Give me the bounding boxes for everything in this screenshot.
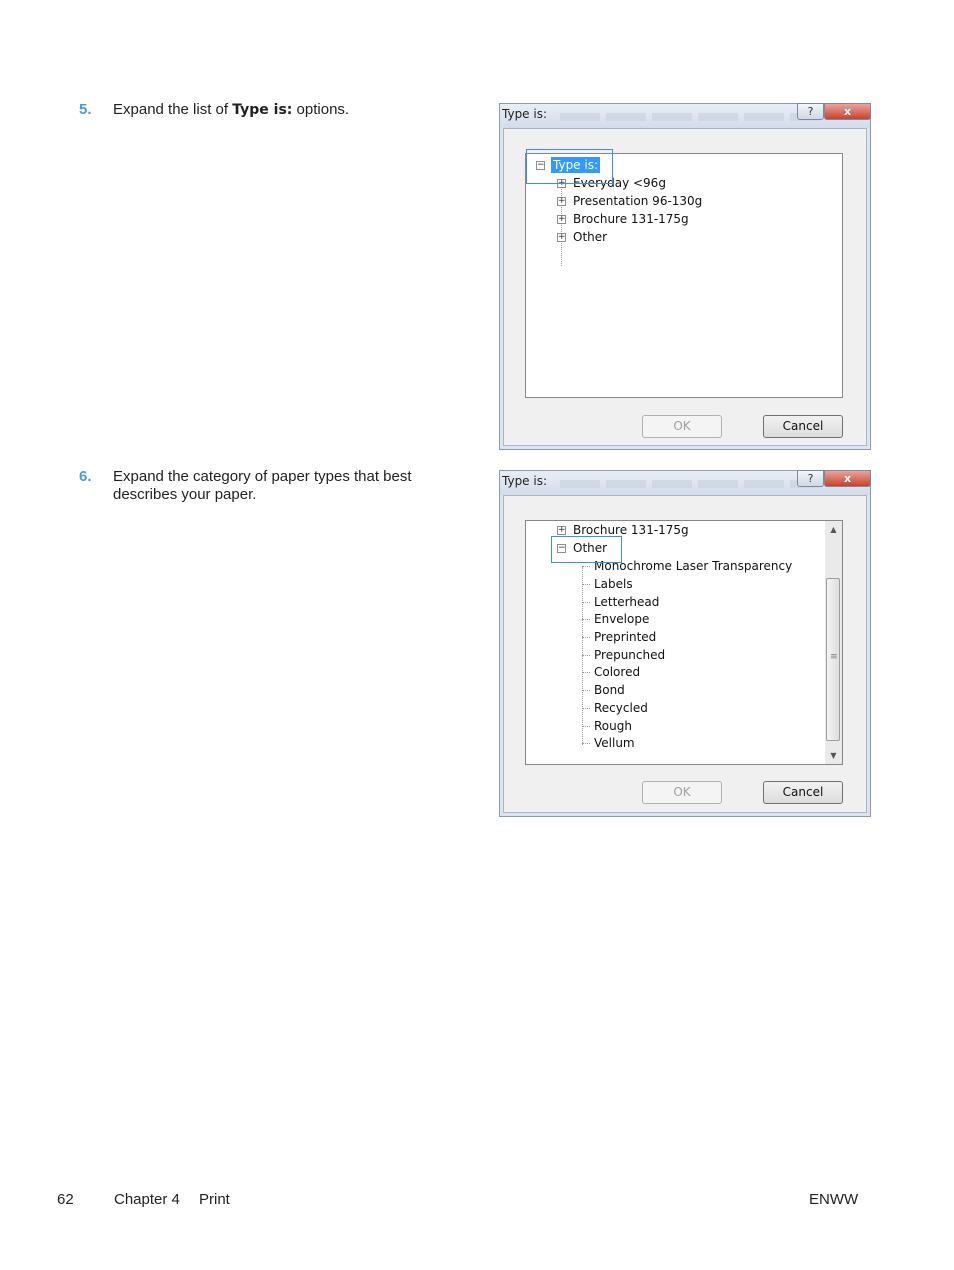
dialog-body: + Brochure 131-175g − Other Monochrome L… <box>503 495 867 813</box>
step-number: 5. <box>79 101 92 118</box>
vertical-scrollbar[interactable]: ▲ ≡ ▼ <box>825 521 842 764</box>
highlight-callout <box>551 536 622 563</box>
scroll-up-icon[interactable]: ▲ <box>825 521 842 538</box>
expand-icon[interactable]: + <box>557 526 566 535</box>
dialog-titlebar: Type is: ? x <box>500 103 871 128</box>
dialog-title: Type is: <box>502 107 548 121</box>
ok-button[interactable]: OK <box>642 415 722 438</box>
type-is-dialog-expanded: Type is: ? x + Brochure 131-175g − Other… <box>499 470 871 817</box>
dialog-body: − Type is: + Everyday <96g + Presentatio… <box>503 128 867 446</box>
scroll-thumb[interactable]: ≡ <box>826 578 840 741</box>
step-text: Expand the category of paper types that … <box>113 468 412 503</box>
expand-icon[interactable]: + <box>557 197 566 206</box>
dialog-title: Type is: <box>502 474 548 488</box>
expand-icon[interactable]: + <box>557 215 566 224</box>
type-is-dialog-collapsed: Type is: ? x − Type is: + Everyday <96g … <box>499 103 871 450</box>
ok-button[interactable]: OK <box>642 781 722 804</box>
cancel-button[interactable]: Cancel <box>763 781 843 804</box>
help-button[interactable]: ? <box>797 103 824 120</box>
help-button[interactable]: ? <box>797 470 824 487</box>
bold-term: Type is: <box>232 102 293 118</box>
scroll-down-icon[interactable]: ▼ <box>825 747 842 764</box>
paper-type-tree[interactable]: − Type is: + Everyday <96g + Presentatio… <box>525 153 843 398</box>
chapter-label: Chapter 4 <box>114 1191 180 1208</box>
section-label: Print <box>199 1191 230 1208</box>
cancel-button[interactable]: Cancel <box>763 415 843 438</box>
dialog-titlebar: Type is: ? x <box>500 470 871 495</box>
step-text: Expand the list of Type is: options. <box>113 101 350 118</box>
close-button[interactable]: x <box>824 103 871 120</box>
highlight-callout <box>526 149 613 184</box>
close-button[interactable]: x <box>824 470 871 487</box>
doc-code: ENWW <box>809 1191 859 1208</box>
step-number: 6. <box>79 468 92 485</box>
expand-icon[interactable]: + <box>557 233 566 242</box>
page-number: 62 <box>57 1191 74 1208</box>
